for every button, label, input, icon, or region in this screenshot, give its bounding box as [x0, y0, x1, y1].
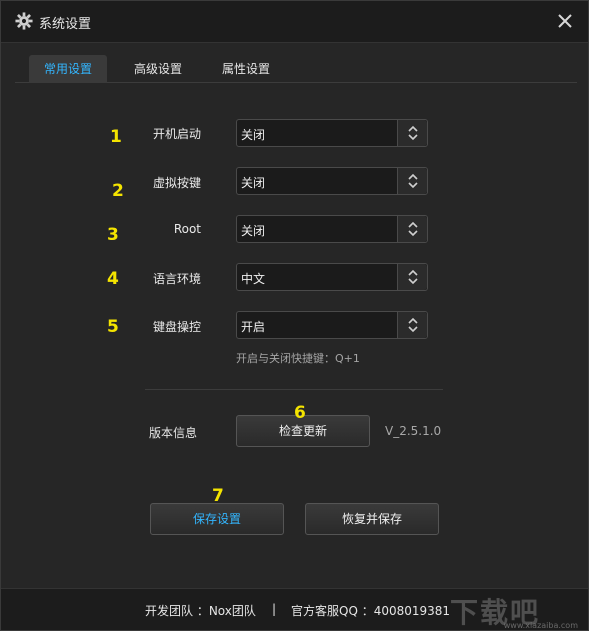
restore-and-save-button[interactable]: 恢复并保存: [305, 503, 439, 535]
dev-team-text: 开发团队 ：Nox团队: [145, 604, 256, 618]
boot-start-value: 关闭: [241, 128, 266, 142]
updown-arrow-icon: [397, 120, 427, 146]
footer-separator: |: [272, 602, 277, 616]
keyboard-control-value: 开启: [241, 320, 266, 334]
version-info-label: 版本信息: [149, 426, 198, 440]
language-value: 中文: [241, 272, 266, 286]
virtual-keys-label: 虚拟按键: [152, 176, 201, 190]
root-label: Root: [173, 222, 201, 236]
window-title: 系统设置: [39, 17, 92, 32]
language-label: 语言环境: [152, 272, 201, 286]
close-icon[interactable]: [556, 12, 574, 30]
support-qq-text: 官方客服QQ ：4008019381: [291, 604, 451, 618]
keyboard-control-select[interactable]: 开启: [236, 311, 428, 339]
root-value: 关闭: [241, 224, 266, 238]
updown-arrow-icon: [397, 312, 427, 338]
virtual-keys-select[interactable]: 关闭: [236, 167, 428, 195]
settings-window: 系统设置 常用设置 高级设置 属性设置 1 开机启动 关闭 2 虚拟按键 关闭 …: [0, 0, 589, 631]
boot-start-label: 开机启动: [152, 127, 201, 141]
watermark-url: www.xiazaiba.com: [503, 621, 578, 630]
annotation-marker-6: 6: [294, 403, 306, 423]
footer-bar: 开发团队 ：Nox团队 | 官方客服QQ ：4008019381 下载吧 www…: [1, 588, 588, 630]
boot-start-select[interactable]: 关闭: [236, 119, 428, 147]
tab-bar: 常用设置 高级设置 属性设置: [15, 53, 577, 83]
title-bar: 系统设置: [1, 1, 588, 43]
tab-property-settings[interactable]: 属性设置: [207, 55, 285, 83]
keyboard-control-label: 键盘操控: [152, 320, 201, 334]
tab-advanced-settings[interactable]: 高级设置: [119, 55, 197, 83]
section-divider: [145, 389, 443, 390]
updown-arrow-icon: [397, 216, 427, 242]
shortcut-hint: 开启与关闭快捷键：Q+1: [236, 352, 360, 365]
save-settings-button[interactable]: 保存设置: [150, 503, 284, 535]
watermark-logo: 下载吧 www.xiazaiba.com: [450, 591, 580, 631]
tab-general-settings[interactable]: 常用设置: [29, 55, 107, 83]
virtual-keys-value: 关闭: [241, 176, 266, 190]
language-select[interactable]: 中文: [236, 263, 428, 291]
version-number: V_2.5.1.0: [385, 424, 442, 438]
gear-icon: [15, 12, 33, 30]
updown-arrow-icon: [397, 264, 427, 290]
root-select[interactable]: 关闭: [236, 215, 428, 243]
updown-arrow-icon: [397, 168, 427, 194]
